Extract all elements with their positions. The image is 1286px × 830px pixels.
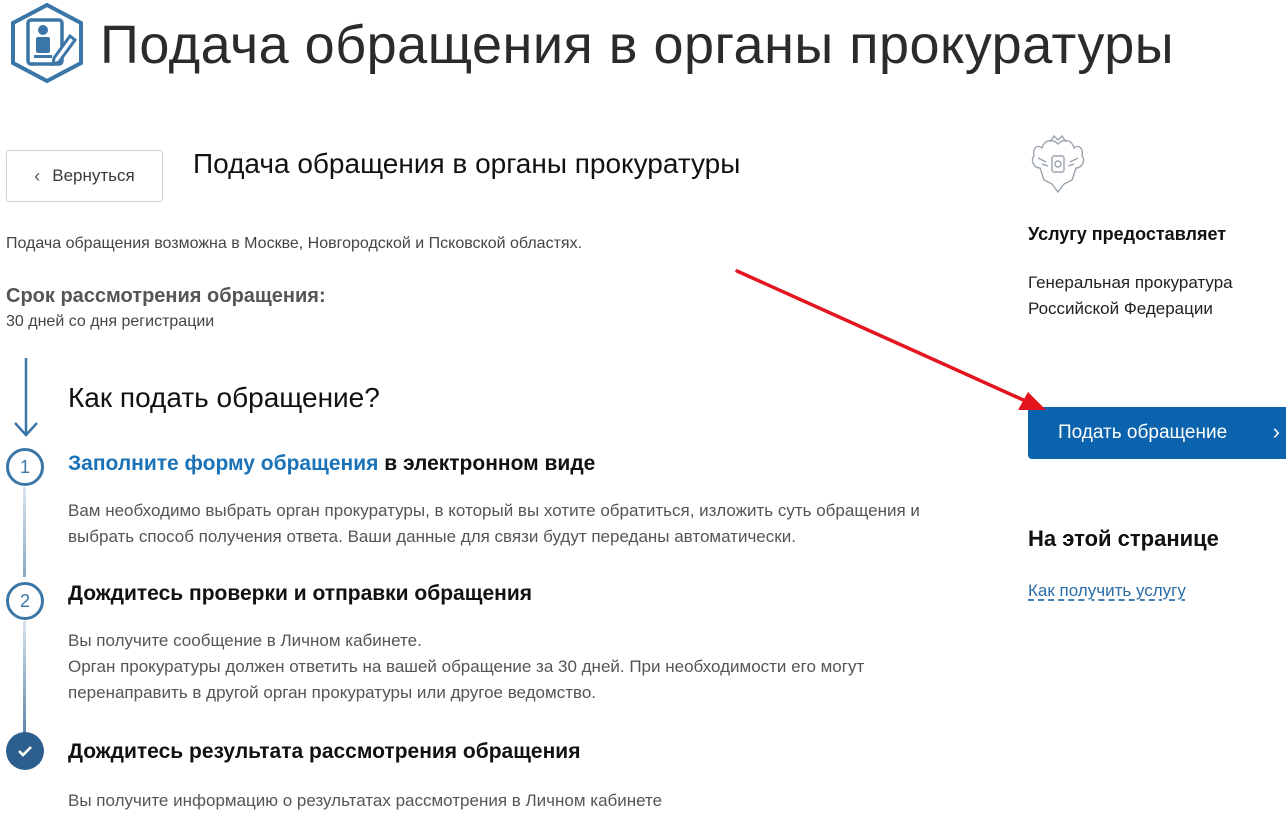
- back-button-label: Вернуться: [52, 166, 135, 185]
- availability-note: Подача обращения возможна в Москве, Новг…: [6, 235, 583, 252]
- step-1-line: Вам необходимо выбрать орган прокуратуры…: [68, 501, 920, 520]
- step-2-title: Дождитесь проверки и отправки обращения: [68, 582, 532, 605]
- submit-appeal-label: Подать обращение: [1058, 422, 1228, 443]
- checkmark-icon: [6, 732, 44, 770]
- step-1-line: выбрать способ получения ответа. Ваши да…: [68, 527, 796, 546]
- on-this-page-title: На этой странице: [1028, 526, 1219, 551]
- step-1-title: Заполните форму обращения в электронном …: [68, 452, 595, 476]
- provider-name: Генеральная прокуратура Российской Федер…: [1028, 270, 1233, 322]
- service-title: Подача обращения в органы прокуратуры: [193, 148, 741, 179]
- service-document-icon: [6, 2, 88, 84]
- provider-name-line: Российской Федерации: [1028, 299, 1213, 318]
- step-3-line: Вы получите информацию о результатах рас…: [68, 791, 663, 810]
- step-3-title: Дождитесь результата рассмотрения обраще…: [68, 740, 581, 763]
- step-1-title-rest: в электронном виде: [378, 452, 596, 475]
- step-number-1: 1: [6, 448, 44, 486]
- howto-title: Как подать обращение?: [68, 382, 380, 413]
- step-2-line: Орган прокуратуры должен ответить на ваш…: [68, 657, 865, 676]
- chevron-left-icon: ‹: [34, 165, 41, 186]
- provider-name-line: Генеральная прокуратура: [1028, 273, 1233, 292]
- provider-label: Услугу предоставляет: [1028, 224, 1227, 244]
- fill-form-link[interactable]: Заполните форму обращения: [68, 452, 378, 475]
- submit-appeal-button[interactable]: Подать обращение ›: [1028, 407, 1286, 459]
- review-period-value: 30 дней со дня регистрации: [6, 313, 215, 330]
- review-period-label: Срок рассмотрения обращения:: [6, 285, 326, 307]
- step-2-line: перенаправить в другой орган прокуратуры…: [68, 683, 596, 702]
- timeline-connector: [23, 487, 26, 577]
- step-1-description: Вам необходимо выбрать орган прокуратуры…: [68, 498, 920, 550]
- how-to-get-service-link[interactable]: Как получить услугу: [1028, 581, 1186, 601]
- coat-of-arms-icon: [1028, 134, 1088, 196]
- timeline-connector: [23, 621, 26, 733]
- page-title: Подача обращения в органы прокуратуры: [100, 15, 1175, 75]
- step-2-line: Вы получите сообщение в Личном кабинете.: [68, 631, 422, 650]
- back-button[interactable]: ‹ Вернуться: [6, 150, 163, 202]
- chevron-right-icon: ›: [1272, 419, 1280, 444]
- step-2-description: Вы получите сообщение в Личном кабинете.…: [68, 628, 864, 706]
- arrow-down-icon: [14, 358, 38, 437]
- step-3-description: Вы получите информацию о результатах рас…: [68, 788, 662, 814]
- step-number-2: 2: [6, 582, 44, 620]
